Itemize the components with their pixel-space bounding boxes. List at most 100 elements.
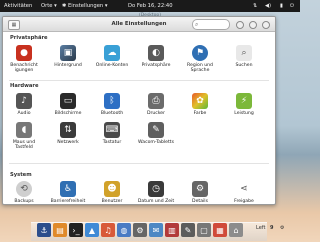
setting-search[interactable]: ⌕ Suchen (225, 45, 263, 68)
tray-number: 9 (270, 225, 274, 231)
setting-printer[interactable]: ⎙ Drucker (137, 93, 175, 116)
setting-keyboard[interactable]: ⌨ Tastatur (93, 122, 131, 145)
tray-label: Left (256, 225, 266, 231)
users-icon: ☻ (104, 181, 120, 197)
region-language-icon: ⚑ (192, 45, 208, 61)
window-icon[interactable]: ▢ (197, 223, 211, 237)
app-menu[interactable]: ✱ Einstellungen ▾ (62, 3, 107, 9)
photos-icon[interactable]: ▲ (85, 223, 99, 237)
setting-sharing[interactable]: ⋖ Freigabe (225, 181, 263, 204)
setting-bluetooth[interactable]: ᛒ Bluetooth (93, 93, 131, 116)
audio-icon: ♪ (16, 93, 32, 109)
places-label: Orte (41, 3, 53, 9)
system-menu-icon[interactable]: ⏻ (290, 3, 294, 10)
setting-privacy[interactable]: ◐ Privatsphäre (137, 45, 175, 68)
online-accounts-icon: ☁ (104, 45, 120, 61)
details-icon: ⚙ (192, 181, 208, 197)
printer-icon: ⎙ (148, 93, 164, 109)
section-divider (9, 163, 269, 164)
keyboard-icon: ⌨ (104, 122, 120, 138)
maximize-button[interactable] (249, 21, 257, 29)
anchor-icon[interactable]: ⚓ (37, 223, 51, 237)
setting-label: Leistung (234, 111, 254, 116)
setting-label: Drucker (146, 111, 166, 116)
bluetooth-icon: ᛒ (104, 93, 120, 109)
minimize-button[interactable] (236, 21, 244, 29)
setting-region-language[interactable]: ⚑ Region und Sprache (181, 45, 219, 73)
search-icon: ⌕ (195, 21, 199, 28)
setting-label: Online-Konten (95, 63, 129, 68)
setting-color[interactable]: ✿ Farbe (181, 93, 219, 116)
top-bar: Aktivitäten Orte ▾ ✱ Einstellungen ▾ Do … (0, 0, 300, 12)
window-titlebar[interactable]: ▦ Alle Einstellungen ⌕ (3, 17, 275, 32)
section-title-system: System (10, 172, 32, 178)
setting-label: Wacom-Tabletts (138, 140, 174, 145)
setting-online-accounts[interactable]: ☁ Online-Konten (93, 45, 131, 68)
setting-displays[interactable]: ▭ Bildschirme (49, 93, 87, 116)
setting-label: Datum und Zeit (137, 199, 175, 204)
setting-power[interactable]: ⚡ Leistung (225, 93, 263, 116)
background-icon: ▣ (60, 45, 76, 61)
setting-label: Freigabe (234, 199, 254, 204)
setting-backups[interactable]: ⟲ Backups (5, 181, 43, 204)
search-settings-icon: ⌕ (236, 45, 252, 61)
setting-label: Netzwerk (57, 140, 79, 145)
settings-window: ▦ Alle Einstellungen ⌕ Privatsphäre ● Be… (2, 16, 276, 205)
network-status-icon[interactable]: ⇅ (253, 3, 257, 9)
setting-mouse-touchpad[interactable]: ◖ Maus und Tastfeld (5, 122, 43, 150)
browser-icon[interactable]: ◍ (117, 223, 131, 237)
backups-icon: ⟲ (16, 181, 32, 197)
edit-icon[interactable]: ✎ (181, 223, 195, 237)
search-input[interactable] (202, 20, 227, 28)
battery-icon[interactable]: ▮ (280, 3, 283, 9)
calendar-icon[interactable]: ▦ (213, 223, 227, 237)
dock: ⚓ ▤ ›_ ▲ ♫ ◍ ⚙ ✉ ▥ ✎ ▢ ▦ ⌂ Left 9 ⚙ (0, 212, 300, 242)
app-menu-label: Einstellungen (68, 3, 104, 9)
setting-label: Region und Sprache (187, 63, 213, 74)
clock[interactable]: Do Feb 16, 22:40 (128, 3, 173, 9)
privacy-icon: ◐ (148, 45, 164, 61)
setting-label: Backups (14, 199, 34, 204)
setting-network[interactable]: ⇅ Netzwerk (49, 122, 87, 145)
setting-label: Bildschirme (54, 111, 82, 116)
setting-notifications[interactable]: ● Benachricht igungen (5, 45, 43, 73)
section-title-privacy: Privatsphäre (10, 35, 48, 41)
terminal-icon[interactable]: ›_ (69, 223, 83, 237)
setting-details[interactable]: ⚙ Details (181, 181, 219, 204)
setting-label: Audio (17, 111, 31, 116)
trash-icon[interactable]: ⌂ (229, 223, 243, 237)
close-button[interactable] (262, 21, 270, 29)
setting-label: Privatsphäre (141, 63, 171, 68)
setting-label: Barrierefreiheit (50, 199, 86, 204)
network-icon: ⇅ (60, 122, 76, 138)
setting-users[interactable]: ☻ Benutzer (93, 181, 131, 204)
files-icon[interactable]: ▤ (53, 223, 67, 237)
setting-label: Hintergrund (54, 63, 82, 68)
setting-label: Details (192, 199, 208, 204)
setting-audio[interactable]: ♪ Audio (5, 93, 43, 116)
volume-icon[interactable]: ◀) (265, 3, 271, 9)
setting-label: Maus und Tastfeld (12, 140, 36, 151)
music-icon[interactable]: ♫ (101, 223, 115, 237)
setting-wacom[interactable]: ✎ Wacom-Tabletts (137, 122, 175, 145)
accessibility-icon: ♿ (60, 181, 76, 197)
gear-icon: ✱ (62, 3, 67, 9)
setting-label: Suchen (235, 63, 253, 68)
settings-icon[interactable]: ⚙ (133, 223, 147, 237)
setting-accessibility[interactable]: ♿ Barrierefreiheit (49, 181, 87, 204)
tray-gear-icon[interactable]: ⚙ (280, 225, 284, 231)
color-icon: ✿ (192, 93, 208, 109)
mail-icon[interactable]: ✉ (149, 223, 163, 237)
places-menu[interactable]: Orte ▾ (41, 3, 57, 9)
book-icon[interactable]: ▥ (165, 223, 179, 237)
chevron-down-icon: ▾ (104, 3, 108, 9)
date-time-icon: ◷ (148, 181, 164, 197)
search-field[interactable]: ⌕ (192, 19, 230, 30)
power-icon: ⚡ (236, 93, 252, 109)
section-title-hardware: Hardware (10, 83, 39, 89)
setting-date-time[interactable]: ◷ Datum und Zeit (137, 181, 175, 204)
activities-button[interactable]: Aktivitäten (4, 3, 32, 9)
setting-background[interactable]: ▣ Hintergrund (49, 45, 87, 68)
section-divider (9, 80, 269, 81)
setting-label: Farbe (193, 111, 207, 116)
